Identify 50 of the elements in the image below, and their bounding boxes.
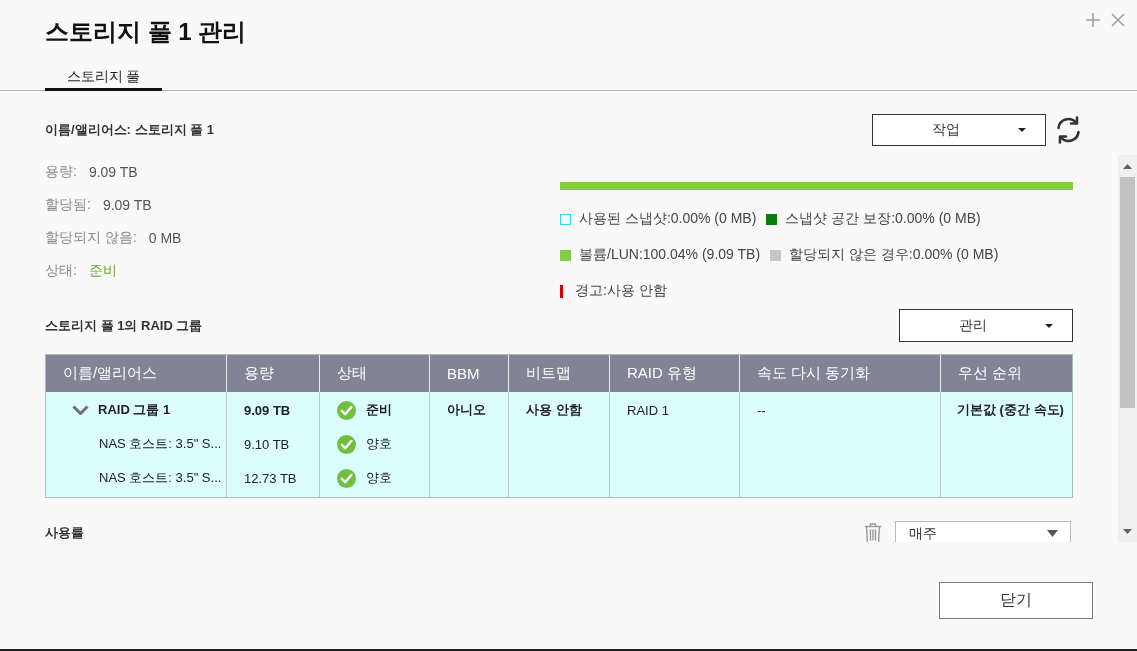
disk-name: NAS 호스트: 3.5" S... bbox=[99, 435, 222, 453]
section-title: 사용률 bbox=[45, 524, 84, 542]
dialog-title: 스토리지 풀 1 관리 bbox=[45, 17, 247, 47]
bitmap-text: 사용 안함 bbox=[526, 401, 582, 419]
raid-type-text: RAID 1 bbox=[627, 402, 669, 418]
status-text: 양호 bbox=[366, 435, 392, 453]
plus-icon[interactable] bbox=[1086, 13, 1100, 27]
scrollbar-thumb[interactable] bbox=[1120, 177, 1135, 408]
capacity-text: 9.10 TB bbox=[244, 436, 290, 452]
capacity-text: 9.09 TB bbox=[244, 402, 291, 418]
trash-icon[interactable] bbox=[864, 522, 882, 542]
actions-dropdown[interactable]: 작업 bbox=[872, 114, 1046, 146]
legend-label: 스냅샷 공간 보장:0.00% (0 MB) bbox=[785, 210, 981, 228]
field-value: 9.09 TB bbox=[102, 196, 152, 213]
caret-icon bbox=[1047, 530, 1058, 537]
field-label: 할당됨: bbox=[45, 195, 91, 214]
bbm-text: 아니오 bbox=[447, 401, 486, 419]
capacity-text: 12.73 TB bbox=[244, 470, 297, 486]
scroll-up-icon[interactable] bbox=[1123, 163, 1132, 169]
field-label: 용량: bbox=[45, 162, 77, 181]
column-header: 우선 순위 bbox=[957, 363, 1024, 383]
status-value: 준비 bbox=[88, 261, 117, 280]
priority-text: 기본값 (중간 속도) bbox=[957, 401, 1064, 419]
manage-dropdown[interactable]: 관리 bbox=[899, 309, 1073, 342]
group-name: RAID 그룹 1 bbox=[98, 401, 171, 419]
resync-speed-text: -- bbox=[757, 402, 766, 418]
status-text: 양호 bbox=[366, 469, 392, 487]
raid-group-row[interactable]: RAID 그룹 1 NAS 호스트: 3.5" S... NAS 호스트: 3.5" S... 9.09 TB 9.10 TB 12.73 TB 준비 양호 양호 아니오 사용 안함 RAID 1 -- 기본값 (중간 속도) bbox=[46, 392, 1072, 497]
scrollbar[interactable] bbox=[1118, 155, 1137, 542]
refresh-icon[interactable] bbox=[1055, 115, 1082, 145]
disk-name: NAS 호스트: 3.5" S... bbox=[99, 469, 222, 487]
close-button[interactable]: 닫기 bbox=[939, 582, 1093, 619]
legend-label: 볼륨/LUN:100.04% (9.09 TB) bbox=[579, 246, 761, 264]
status-text: 준비 bbox=[366, 401, 392, 419]
field-label: 할당되지 않음: bbox=[45, 228, 137, 247]
field-value: 0 MB bbox=[148, 229, 182, 246]
caret-icon bbox=[1045, 323, 1053, 328]
field-label: 상태: bbox=[45, 261, 77, 280]
period-dropdown[interactable]: 매주 bbox=[895, 521, 1071, 542]
legend-label: 할당되지 않은 경우:0.00% (0 MB) bbox=[789, 246, 999, 264]
section-title: 스토리지 풀 1의 RAID 그룹 bbox=[45, 316, 203, 335]
chevron-down-icon[interactable] bbox=[72, 405, 89, 415]
caret-icon bbox=[1018, 128, 1026, 132]
legend-label: 사용된 스냅샷:0.00% (0 MB) bbox=[579, 210, 757, 228]
scroll-down-icon[interactable] bbox=[1123, 528, 1132, 534]
pool-name: 이름/앨리어스: 스토리지 풀 1 bbox=[45, 121, 215, 139]
field-value: 9.09 TB bbox=[88, 163, 138, 180]
close-icon[interactable] bbox=[1111, 13, 1125, 27]
tab[interactable]: 스토리지 풀 bbox=[45, 67, 162, 91]
legend-label: 경고:사용 안함 bbox=[575, 282, 667, 300]
